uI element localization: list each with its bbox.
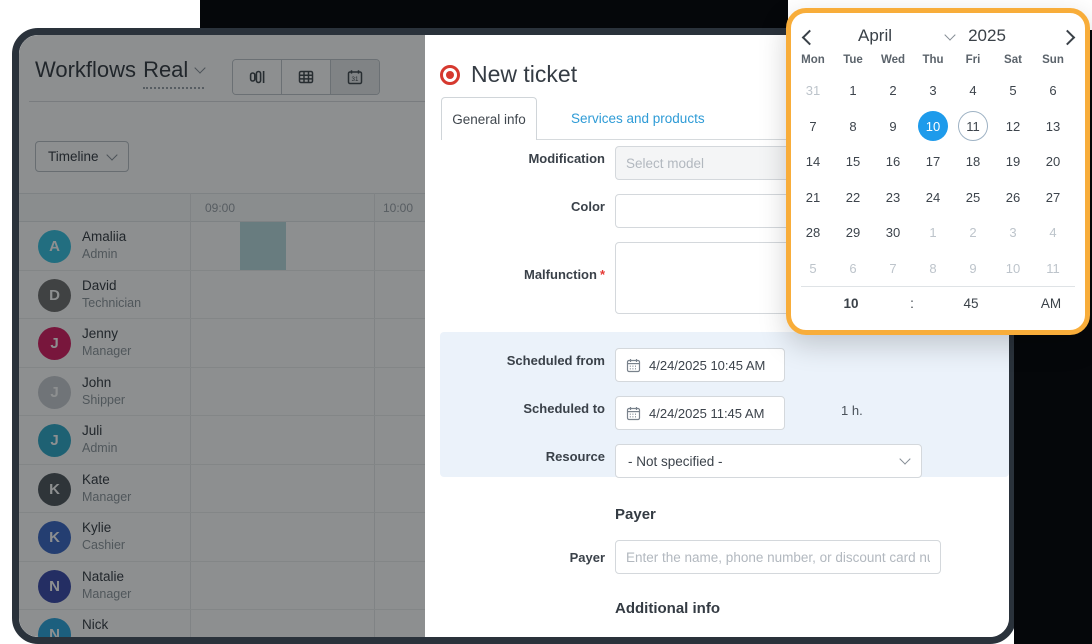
payer-input[interactable] [615, 540, 941, 574]
meridiem-toggle[interactable]: AM [1031, 296, 1071, 311]
year-selector[interactable]: 2025 [959, 26, 1015, 46]
minute-stepper[interactable]: 45 [955, 296, 987, 311]
tab-label: General info [452, 112, 526, 127]
calendar-day[interactable]: 28 [793, 215, 833, 251]
calendar-day[interactable]: 10 [913, 109, 953, 145]
tab-general-info[interactable]: General info [441, 97, 537, 140]
modal-overlay-scrim [19, 35, 425, 637]
calendar-day[interactable]: 6 [833, 251, 873, 287]
calendar-day[interactable]: 8 [833, 109, 873, 145]
calendar-day[interactable]: 5 [993, 73, 1033, 109]
hour-stepper[interactable]: 10 [835, 296, 867, 311]
day-name: Wed [873, 54, 913, 66]
calendar-day[interactable]: 18 [953, 144, 993, 180]
calendar-icon [626, 406, 641, 421]
calendar-day[interactable]: 29 [833, 215, 873, 251]
calendar-day[interactable]: 9 [873, 109, 913, 145]
calendar-day[interactable]: 17 [913, 144, 953, 180]
calendar-day[interactable]: 12 [993, 109, 1033, 145]
required-asterisk: * [600, 267, 605, 282]
day-names-row: Mon Tue Wed Thu Fri Sat Sun [793, 54, 1073, 66]
calendar-day[interactable]: 25 [953, 180, 993, 216]
calendar-day[interactable]: 26 [993, 180, 1033, 216]
tab-label: Services and products [571, 111, 705, 126]
additional-info-heading: Additional info [615, 600, 720, 617]
scheduled-from-field[interactable]: 4/24/2025 10:45 AM [615, 348, 785, 382]
calendar-day[interactable]: 7 [873, 251, 913, 287]
calendar-day[interactable]: 1 [913, 215, 953, 251]
ticket-status-icon [440, 65, 460, 85]
day-name: Sat [993, 54, 1033, 66]
calendar-day[interactable]: 1 [833, 73, 873, 109]
calendar-day[interactable]: 27 [1033, 180, 1073, 216]
calendar-day[interactable]: 31 [793, 73, 833, 109]
time-picker: 10 : 45 AM [791, 296, 1085, 324]
next-month-button[interactable] [1055, 25, 1079, 49]
color-label: Color [425, 199, 605, 214]
calendar-grid: 3112345678910111213141516171819202122232… [793, 73, 1073, 286]
day-name: Fri [953, 54, 993, 66]
day-name: Thu [913, 54, 953, 66]
payer-section-heading: Payer [615, 506, 656, 523]
date-popup: April 2025 Mon Tue Wed Thu Fri Sat Sun 3… [786, 8, 1090, 335]
day-name: Tue [833, 54, 873, 66]
calendar-icon [626, 358, 641, 373]
scheduled-from-label: Scheduled from [425, 353, 605, 368]
calendar-day[interactable]: 19 [993, 144, 1033, 180]
calendar-day[interactable]: 16 [873, 144, 913, 180]
day-name: Mon [793, 54, 833, 66]
chevron-left-icon [801, 29, 817, 45]
modal-title: New ticket [471, 61, 577, 88]
calendar-day[interactable]: 4 [1033, 215, 1073, 251]
calendar-day[interactable]: 2 [873, 73, 913, 109]
backdrop-top [200, 0, 788, 30]
chevron-down-icon [899, 453, 910, 464]
calendar-day[interactable]: 21 [793, 180, 833, 216]
tab-services-and-products[interactable]: Services and products [553, 97, 723, 139]
calendar-day[interactable]: 11 [953, 109, 993, 145]
resource-select[interactable]: - Not specified - [615, 444, 922, 478]
malfunction-label: Malfunction* [425, 267, 605, 282]
month-selector[interactable]: April [827, 26, 923, 46]
calendar-day[interactable]: 3 [913, 73, 953, 109]
calendar-day[interactable]: 3 [993, 215, 1033, 251]
scheduled-from-value: 4/24/2025 10:45 AM [649, 358, 765, 373]
calendar-day[interactable]: 9 [953, 251, 993, 287]
scheduled-to-field[interactable]: 4/24/2025 11:45 AM [615, 396, 785, 430]
calendar-day[interactable]: 14 [793, 144, 833, 180]
payer-label: Payer [425, 550, 605, 565]
calendar-day[interactable]: 5 [793, 251, 833, 287]
divider [801, 286, 1075, 287]
calendar-day[interactable]: 4 [953, 73, 993, 109]
time-separator: : [897, 296, 927, 311]
previous-month-button[interactable] [797, 25, 821, 49]
calendar-day[interactable]: 8 [913, 251, 953, 287]
calendar-day[interactable]: 10 [993, 251, 1033, 287]
scheduled-to-label: Scheduled to [425, 401, 605, 416]
calendar-day[interactable]: 20 [1033, 144, 1073, 180]
chevron-right-icon [1059, 29, 1075, 45]
scheduler-panel: Workflows Real [19, 35, 425, 637]
calendar-day[interactable]: 15 [833, 144, 873, 180]
resource-label: Resource [425, 449, 605, 464]
scheduled-to-value: 4/24/2025 11:45 AM [649, 406, 764, 421]
calendar-day[interactable]: 7 [793, 109, 833, 145]
calendar-day[interactable]: 24 [913, 180, 953, 216]
resource-value: - Not specified - [628, 454, 723, 469]
modal-header: New ticket [440, 61, 577, 88]
calendar-day[interactable]: 22 [833, 180, 873, 216]
duration-text: 1 h. [841, 403, 863, 418]
calendar-day[interactable]: 11 [1033, 251, 1073, 287]
month-dropdown-button[interactable] [943, 30, 957, 44]
calendar-day[interactable]: 6 [1033, 73, 1073, 109]
calendar-day[interactable]: 23 [873, 180, 913, 216]
calendar-day[interactable]: 2 [953, 215, 993, 251]
calendar-day[interactable]: 30 [873, 215, 913, 251]
day-name: Sun [1033, 54, 1073, 66]
calendar-day[interactable]: 13 [1033, 109, 1073, 145]
chevron-down-icon [944, 29, 955, 40]
modification-label: Modification [425, 151, 605, 166]
